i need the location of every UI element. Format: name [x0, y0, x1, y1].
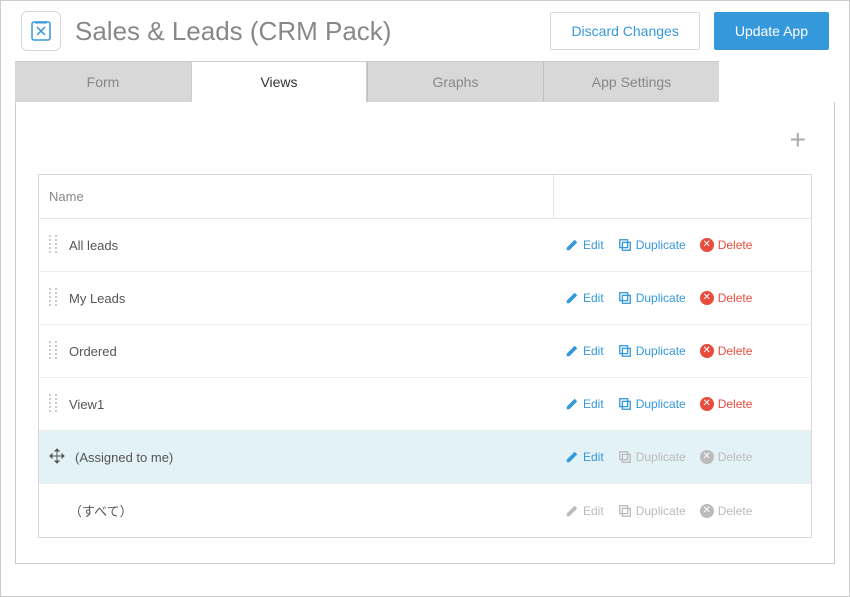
view-name: （すべて）: [69, 501, 133, 520]
tab-app-settings[interactable]: App Settings: [543, 61, 719, 102]
delete-icon: ✕: [700, 397, 714, 411]
view-name: View1: [69, 397, 104, 412]
delete-button: ✕Delete: [694, 446, 759, 468]
column-header-actions: [553, 175, 811, 218]
duplicate-icon: [618, 450, 632, 464]
duplicate-button: Duplicate: [612, 500, 692, 522]
duplicate-button[interactable]: Duplicate: [612, 393, 692, 415]
pencil-icon: [565, 450, 579, 464]
pencil-icon: [565, 238, 579, 252]
view-name: Ordered: [69, 344, 117, 359]
table-row: （すべて） Edit Duplicate ✕Delete: [39, 484, 811, 537]
delete-icon: ✕: [700, 504, 714, 518]
delete-button[interactable]: ✕Delete: [694, 393, 759, 415]
duplicate-button[interactable]: Duplicate: [612, 340, 692, 362]
duplicate-button[interactable]: Duplicate: [612, 234, 692, 256]
delete-icon: ✕: [700, 238, 714, 252]
edit-button[interactable]: Edit: [559, 287, 610, 309]
delete-button: ✕Delete: [694, 500, 759, 522]
update-button[interactable]: Update App: [714, 12, 829, 50]
column-header-name: Name: [39, 175, 553, 218]
table-row: All leads Edit Duplicate ✕Delete: [39, 219, 811, 272]
view-name: (Assigned to me): [75, 450, 173, 465]
table-row: Ordered Edit Duplicate ✕Delete: [39, 325, 811, 378]
edit-button[interactable]: Edit: [559, 446, 610, 468]
pencil-icon: [565, 291, 579, 305]
duplicate-button[interactable]: Duplicate: [612, 287, 692, 309]
duplicate-icon: [618, 397, 632, 411]
tab-form[interactable]: Form: [15, 61, 191, 102]
edit-button[interactable]: Edit: [559, 340, 610, 362]
table-row: View1 Edit Duplicate ✕Delete: [39, 378, 811, 431]
duplicate-icon: [618, 504, 632, 518]
view-name: My Leads: [69, 291, 125, 306]
edit-button[interactable]: Edit: [559, 393, 610, 415]
app-icon: [21, 11, 61, 51]
duplicate-icon: [618, 291, 632, 305]
table-row: (Assigned to me) Edit Duplicate ✕Delete: [39, 431, 811, 484]
edit-button[interactable]: Edit: [559, 234, 610, 256]
page-title: Sales & Leads (CRM Pack): [75, 16, 536, 47]
delete-icon: ✕: [700, 291, 714, 305]
drag-handle-icon[interactable]: [49, 394, 59, 414]
view-name: All leads: [69, 238, 118, 253]
delete-icon: ✕: [700, 344, 714, 358]
duplicate-icon: [618, 238, 632, 252]
drag-handle-icon[interactable]: [49, 341, 59, 361]
move-cursor-icon[interactable]: [49, 448, 65, 467]
tab-views[interactable]: Views: [191, 61, 367, 102]
edit-button: Edit: [559, 500, 610, 522]
delete-button[interactable]: ✕Delete: [694, 287, 759, 309]
discard-button[interactable]: Discard Changes: [550, 12, 699, 50]
tab-graphs[interactable]: Graphs: [367, 61, 543, 102]
duplicate-button: Duplicate: [612, 446, 692, 468]
delete-button[interactable]: ✕Delete: [694, 234, 759, 256]
pencil-icon: [565, 504, 579, 518]
table-row: My Leads Edit Duplicate ✕Delete: [39, 272, 811, 325]
add-view-button[interactable]: +: [784, 124, 812, 156]
drag-handle-icon[interactable]: [49, 288, 59, 308]
drag-handle-icon[interactable]: [49, 235, 59, 255]
duplicate-icon: [618, 344, 632, 358]
delete-icon: ✕: [700, 450, 714, 464]
delete-button[interactable]: ✕Delete: [694, 340, 759, 362]
pencil-icon: [565, 397, 579, 411]
pencil-icon: [565, 344, 579, 358]
